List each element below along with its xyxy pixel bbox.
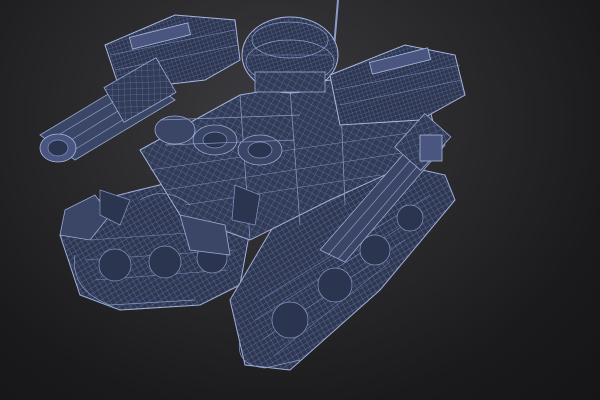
turret-dome bbox=[241, 16, 339, 94]
3d-viewport[interactable] bbox=[0, 0, 600, 400]
right-armor-pod bbox=[329, 44, 466, 126]
tank-wireframe-render bbox=[39, 0, 466, 371]
